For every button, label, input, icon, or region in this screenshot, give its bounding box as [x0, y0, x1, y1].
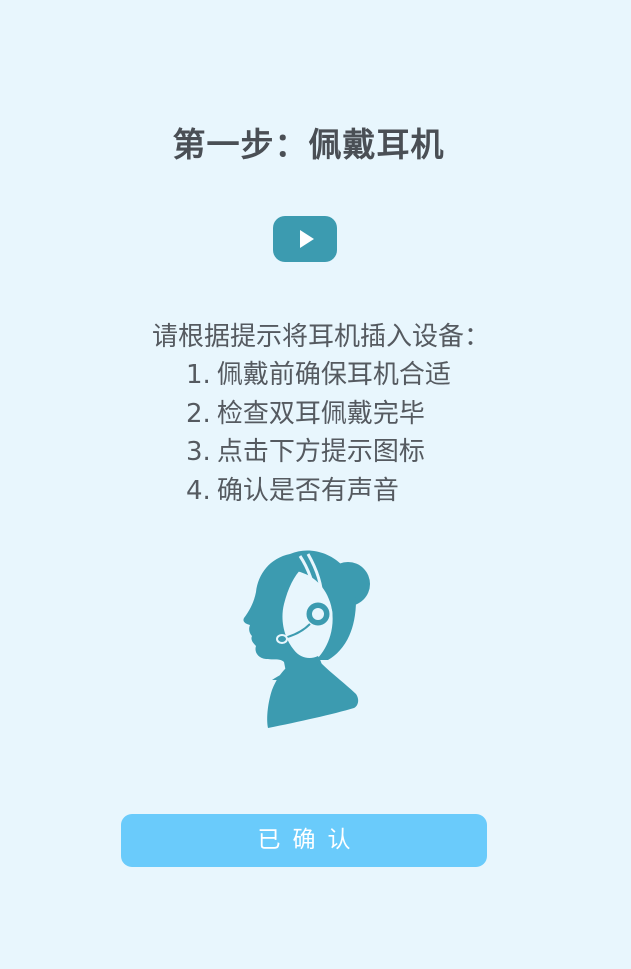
step-number: 2. [186, 399, 211, 429]
play-video-button[interactable] [273, 216, 337, 262]
step-number: 4. [186, 476, 211, 506]
instruction-step: 1. 佩戴前确保耳机合适 [186, 354, 451, 391]
headset-test-button[interactable] [238, 548, 370, 730]
step-text: 检查双耳佩戴完毕 [216, 399, 425, 429]
page-title: 第一步：佩戴耳机 [172, 125, 445, 164]
play-icon [300, 230, 314, 248]
instruction-step: 2. 检查双耳佩戴完毕 [186, 393, 425, 430]
step-number: 3. [186, 437, 211, 467]
step-number: 1. [186, 360, 211, 390]
step-text: 点击下方提示图标 [216, 437, 425, 467]
instruction-step: 4. 确认是否有声音 [186, 470, 399, 507]
step-text: 佩戴前确保耳机合适 [216, 360, 451, 390]
instruction-step: 3. 点击下方提示图标 [186, 431, 425, 468]
instructions-intro: 请根据提示将耳机插入设备： [152, 322, 491, 352]
confirm-button[interactable]: 已确认 [121, 814, 487, 867]
headset-person-icon [243, 550, 370, 728]
step-text: 确认是否有声音 [216, 476, 399, 506]
